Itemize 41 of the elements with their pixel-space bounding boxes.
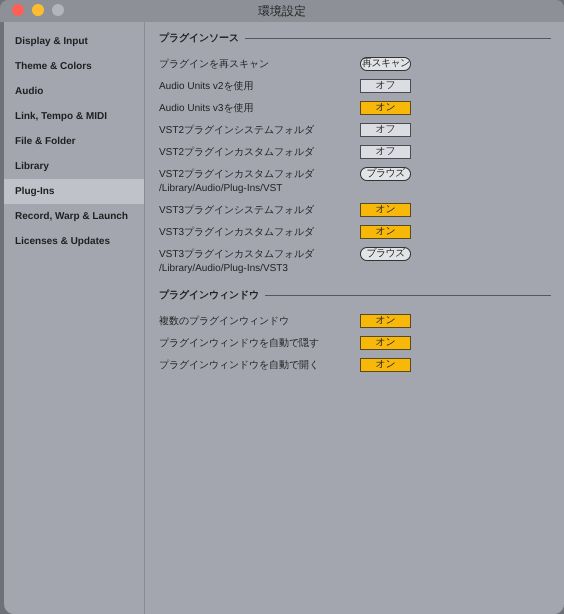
section-heading: プラグインウィンドウ [159,288,259,302]
setting-label: 複数のプラグインウィンドウ [159,314,290,328]
setting-label: Audio Units v2を使用 [159,80,254,94]
toggle-button[interactable]: オフ [360,123,411,137]
setting-label: プラグインウィンドウを自動で開く [159,358,320,372]
setting-label: VST3プラグインシステムフォルダ [159,204,316,218]
window-title: 環境設定 [258,3,306,20]
setting-label: VST2プラグインカスタムフォルダ [159,168,316,182]
sidebar-item[interactable]: Link, Tempo & MIDI [4,104,144,129]
toggle-button[interactable]: オン [360,358,411,372]
sidebar-item[interactable]: Display & Input [4,29,144,54]
toggle-button[interactable]: オン [360,203,411,217]
toggle-button[interactable]: オン [360,225,411,239]
setting-label: VST2プラグインカスタムフォルダ [159,146,316,160]
close-button[interactable] [12,4,24,16]
sidebar-item[interactable]: Audio [4,79,144,104]
toggle-button[interactable]: オフ [360,79,411,93]
sidebar-item[interactable]: Plug-Ins [4,179,144,204]
pill-button[interactable]: ブラウズ [360,167,411,181]
zoom-button[interactable] [52,4,64,16]
setting-label: プラグインウィンドウを自動で隠す [159,336,320,350]
setting-label: VST2プラグインシステムフォルダ [159,124,316,138]
sidebar-item[interactable]: Record, Warp & Launch [4,204,144,229]
setting-label: プラグインを再スキャン [159,58,270,72]
minimize-button[interactable] [32,4,44,16]
sidebar-item[interactable]: Licenses & Updates [4,229,144,254]
pill-button[interactable]: ブラウズ [360,247,411,261]
sidebar-item[interactable]: Theme & Colors [4,54,144,79]
pill-button[interactable]: 再スキャン [360,57,411,71]
setting-label: VST3プラグインカスタムフォルダ [159,226,316,240]
folder-path: /Library/Audio/Plug-Ins/VST3 [159,262,289,276]
section-heading: プラグインソース [159,31,239,46]
toggle-button[interactable]: オン [360,314,411,328]
sidebar-item[interactable]: File & Folder [4,129,144,154]
setting-label: Audio Units v3を使用 [159,102,254,116]
setting-label: VST3プラグインカスタムフォルダ [159,248,316,262]
sidebar-item[interactable]: Library [4,154,144,179]
folder-path: /Library/Audio/Plug-Ins/VST [159,182,284,196]
toggle-button[interactable]: オン [360,336,411,350]
toggle-button[interactable]: オフ [360,145,411,159]
toggle-button[interactable]: オン [360,101,411,115]
